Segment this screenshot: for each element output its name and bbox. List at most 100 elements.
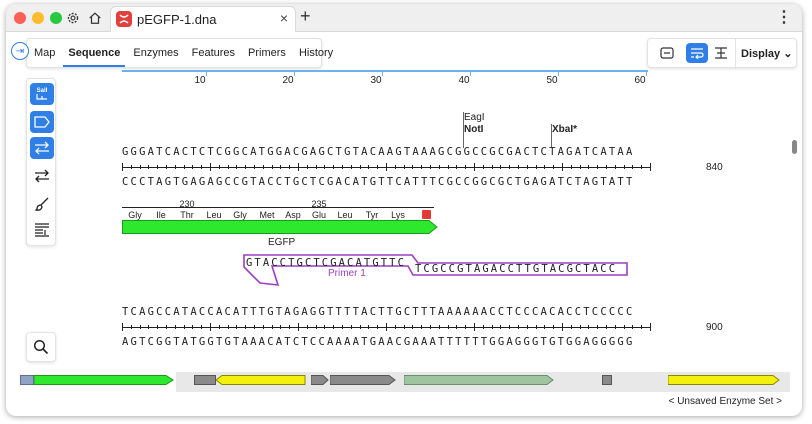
document-tab[interactable]: pEGFP-1.dna × <box>110 6 296 32</box>
strand-minor-tick <box>183 325 185 329</box>
enzyme-set-selector[interactable]: < Unsaved Enzyme Set > <box>669 396 782 407</box>
strand-tick <box>122 163 123 171</box>
overview-feature <box>194 375 216 385</box>
enzyme-noti[interactable]: NotI <box>464 124 483 135</box>
strand-tick <box>650 323 651 331</box>
strand-minor-tick <box>535 165 537 169</box>
egfp-feature-arrow[interactable] <box>122 220 438 234</box>
overview-feature <box>330 375 396 385</box>
primer-binding-sequence[interactable]: GTACCTGCTCGACATGTTC <box>246 257 406 269</box>
minimize-window-button[interactable] <box>32 12 44 24</box>
sali-label: SalI <box>37 88 48 94</box>
maximize-window-button[interactable] <box>50 12 62 24</box>
strand-minor-tick <box>289 325 291 329</box>
strand-minor-tick <box>482 325 484 329</box>
strand-minor-tick <box>271 325 273 329</box>
gear-icon[interactable] <box>63 8 83 28</box>
strand-minor-tick <box>174 325 176 329</box>
wrap-sequence-icon[interactable] <box>686 43 708 63</box>
overview-feature <box>404 375 554 385</box>
ruler-label: 20 <box>282 75 294 86</box>
strand-minor-tick <box>632 325 634 329</box>
strand-minor-tick <box>280 325 282 329</box>
strand-minor-tick <box>139 165 141 169</box>
amino-acid: Glu <box>311 210 327 220</box>
swap-strands-icon[interactable] <box>30 165 54 187</box>
strand-minor-tick <box>588 165 590 169</box>
bottom-strand-sequence[interactable]: CCCTAGTGAGAGCCGTACCTGCTCGACATGTTCATTTCGC… <box>122 176 635 188</box>
top-strand-sequence[interactable]: GGGATCACTCTCGGCATGGACGAGCTGTACAAGTAAAGCG… <box>122 146 635 158</box>
close-tab-icon[interactable]: × <box>280 10 288 26</box>
strand-minor-tick <box>614 165 616 169</box>
overview-feature-yellow <box>668 375 780 385</box>
amino-acid: Leu <box>206 210 222 220</box>
amino-acid: Gly <box>233 210 247 220</box>
split-view-icon[interactable] <box>656 43 678 63</box>
fit-width-icon[interactable] <box>710 43 732 63</box>
aa-number: 230 <box>179 199 195 209</box>
tab-sequence[interactable]: Sequence <box>63 38 126 68</box>
primer-tool[interactable] <box>30 137 54 159</box>
strand-minor-tick <box>236 325 238 329</box>
display-menu-button[interactable]: Display ⌄ <box>741 47 792 60</box>
primer-tail-sequence[interactable]: TCGCCGTAGACCTTGTACGCTACC <box>415 263 617 275</box>
strand-minor-tick <box>597 165 599 169</box>
search-icon[interactable] <box>26 332 56 362</box>
strand-minor-tick <box>315 325 317 329</box>
strand-minor-tick <box>377 325 379 329</box>
sequence-overview[interactable] <box>18 372 790 392</box>
enzyme-eagi[interactable]: EagI <box>464 112 485 123</box>
position-number: 840 <box>706 162 723 173</box>
brush-icon[interactable] <box>30 193 54 215</box>
title-bar: pEGFP-1.dna × + ⋮ <box>6 4 802 32</box>
strand-minor-tick <box>359 325 361 329</box>
strand-minor-tick <box>201 325 203 329</box>
vertical-scrollbar[interactable] <box>792 140 797 154</box>
display-toolbar: Display ⌄ <box>647 38 797 69</box>
strand-tick <box>650 163 651 171</box>
strand-tick <box>562 163 563 171</box>
strand-minor-tick <box>262 165 264 169</box>
strand-minor-tick <box>148 325 150 329</box>
strand-minor-tick <box>201 165 203 169</box>
strand-tick <box>474 323 475 331</box>
ruler-tick <box>294 70 295 76</box>
strand-tick <box>562 323 563 331</box>
more-menu-icon[interactable]: ⋮ <box>776 7 792 27</box>
amino-acid: Leu <box>337 210 353 220</box>
ruler-tick <box>558 70 559 76</box>
home-icon[interactable] <box>85 8 105 28</box>
amino-acid: Thr <box>180 210 194 220</box>
strand-minor-tick <box>306 325 308 329</box>
feature-arrow-tool[interactable] <box>30 111 54 133</box>
top-strand-sequence[interactable]: TCAGCCATACCACATTTGTAGAGGTTTTACTTGCTTTAAA… <box>122 306 635 318</box>
close-window-button[interactable] <box>14 12 26 24</box>
strand-minor-tick <box>306 165 308 169</box>
strand-minor-tick <box>491 325 493 329</box>
tab-features[interactable]: Features <box>192 38 235 68</box>
strand-minor-tick <box>218 165 220 169</box>
strand-minor-tick <box>606 325 607 329</box>
tab-history[interactable]: History <box>299 38 333 68</box>
strand-minor-tick <box>632 165 634 169</box>
tab-map[interactable]: Map <box>34 38 55 68</box>
restriction-site-tool[interactable]: SalI <box>30 83 54 105</box>
strand-minor-tick <box>192 325 194 329</box>
ruler-label: 30 <box>370 75 382 86</box>
tab-primers[interactable]: Primers <box>248 38 286 68</box>
new-tab-button[interactable]: + <box>300 6 311 27</box>
strand-minor-tick <box>509 325 511 329</box>
collapse-panel-icon[interactable]: ⇥ <box>11 42 29 60</box>
strand-minor-tick <box>553 325 555 329</box>
strand-tick <box>210 323 211 331</box>
primer-label[interactable]: Primer 1 <box>328 268 366 279</box>
tab-enzymes[interactable]: Enzymes <box>133 38 178 68</box>
position-ruler: 10 20 30 40 50 60 <box>122 70 648 86</box>
enzyme-xbai[interactable]: XbaI* <box>552 124 577 135</box>
strand-minor-tick <box>641 325 643 329</box>
strand-minor-tick <box>166 165 167 169</box>
bottom-strand-sequence[interactable]: AGTCGGTATGGTGTAAACATCTCCAAAATGAACGAAATTT… <box>122 336 635 348</box>
amino-acid: Lys <box>391 210 405 220</box>
sequence-list-icon[interactable] <box>30 219 54 241</box>
strand-minor-tick <box>623 165 625 169</box>
